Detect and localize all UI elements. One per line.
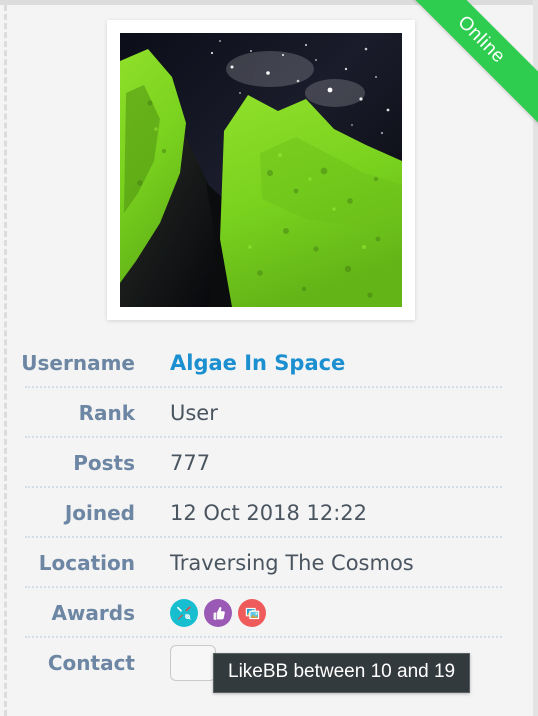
thumbs-up-icon [210, 605, 227, 622]
contact-actions [170, 645, 216, 681]
avatar-image[interactable] [120, 33, 402, 307]
info-value-joined: 12 Oct 2018 12:22 [170, 501, 368, 525]
award-tooltip: LikeBB between 10 and 19 [213, 653, 471, 693]
info-label-contact: Contact [47, 651, 135, 675]
contact-button[interactable] [170, 645, 216, 681]
info-label-location: Location [38, 551, 135, 575]
photos-icon [244, 605, 261, 622]
profile-info-table: Username Algae In Space Rank User Posts … [0, 338, 538, 688]
info-row-awards: Awards [0, 588, 538, 638]
info-label-awards: Awards [51, 601, 135, 625]
info-label-posts: Posts [73, 451, 135, 475]
info-value-posts: 777 [170, 451, 211, 475]
info-row-location: Location Traversing The Cosmos [0, 538, 538, 588]
info-row-rank: Rank User [0, 388, 538, 438]
info-row-joined: Joined 12 Oct 2018 12:22 [0, 488, 538, 538]
tools-badge[interactable] [170, 599, 198, 627]
online-status-label: Online [453, 11, 510, 68]
wrench-screwdriver-icon [175, 604, 193, 622]
online-status-ribbon: Online [394, 0, 538, 127]
awards-list [170, 599, 266, 627]
profile-page: Online Username Algae In Space Rank User… [0, 0, 538, 716]
info-value-location: Traversing The Cosmos [170, 551, 414, 575]
username-link[interactable]: Algae In Space [170, 351, 345, 375]
info-row-posts: Posts 777 [0, 438, 538, 488]
info-row-username: Username Algae In Space [0, 338, 538, 388]
info-label-rank: Rank [78, 401, 135, 425]
info-label-joined: Joined [64, 501, 135, 525]
info-label-username: Username [21, 351, 135, 375]
photos-badge[interactable] [238, 599, 266, 627]
avatar-card [107, 20, 415, 320]
thumbs-up-badge[interactable] [204, 599, 232, 627]
info-value-rank: User [170, 401, 218, 425]
